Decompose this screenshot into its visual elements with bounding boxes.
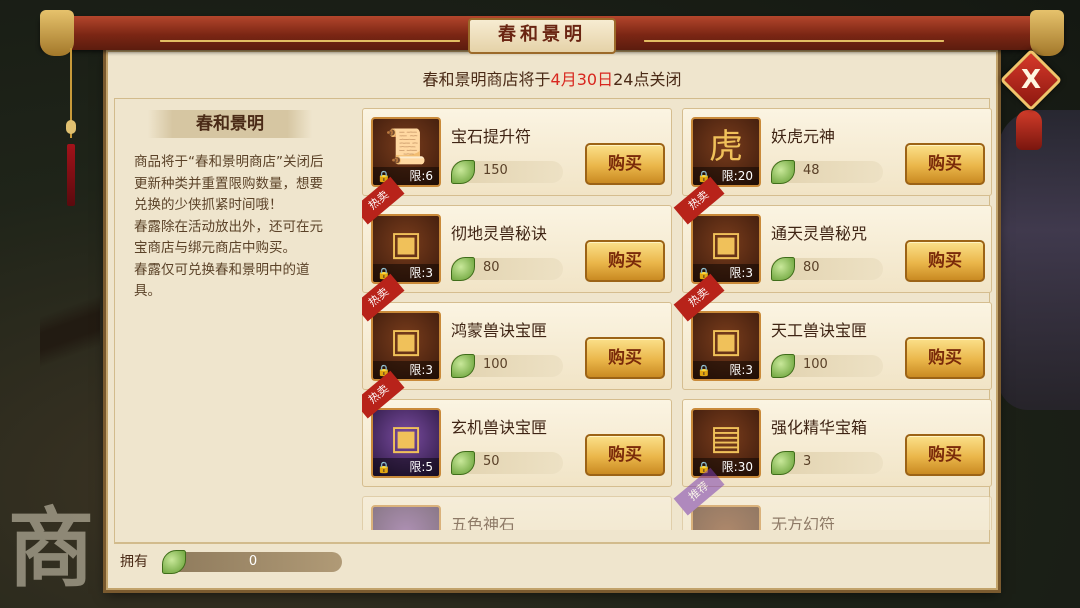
divider	[114, 542, 990, 543]
buy-button[interactable]: 购买	[585, 434, 665, 476]
shop-item[interactable]: 虎限:20 🔒 妖虎元神 48 购买	[682, 108, 992, 196]
buy-button[interactable]: 购买	[905, 434, 985, 476]
item-icon-glyph: ▣	[709, 321, 743, 361]
treasure-chest-icon[interactable]: ▣ 限:3 🔒	[691, 214, 761, 284]
buy-button[interactable]: 购买	[585, 143, 665, 185]
item-price: 100	[451, 354, 563, 378]
item-icon-glyph: ▤	[709, 418, 743, 458]
price-value: 80	[483, 260, 500, 275]
item-name: 无方幻符	[771, 515, 836, 530]
lock-icon: 🔒	[377, 461, 391, 474]
item-icon-glyph: ▣	[389, 224, 423, 264]
notice-suffix: 24点关闭	[613, 70, 682, 89]
item-price: 80	[771, 257, 883, 281]
spring-dew-leaf-icon	[451, 160, 475, 184]
buy-button[interactable]: 购买	[585, 240, 665, 282]
item-name: 玄机兽诀宝匣	[451, 418, 548, 437]
window-title: 春和景明	[468, 18, 616, 54]
lock-icon: 🔒	[697, 364, 711, 377]
closing-notice: 春和景明商店将于4月30日24点关闭	[108, 66, 996, 90]
price-value: 150	[483, 163, 508, 178]
background-shop-glyph: 商	[8, 498, 94, 599]
price-value: 50	[483, 454, 500, 469]
iron-chest-icon[interactable]: ▤ 限:30 🔒	[691, 408, 761, 478]
purple-chest-icon[interactable]: ▣ 限:5 🔒	[371, 408, 441, 478]
item-price: 80	[451, 257, 563, 281]
buy-button[interactable]: 购买	[905, 240, 985, 282]
spring-dew-leaf-icon	[451, 257, 475, 281]
buy-button[interactable]: 购买	[905, 337, 985, 379]
tiger-orb-icon[interactable]: 虎限:20 🔒	[691, 117, 761, 187]
item-icon-glyph: ▣	[389, 321, 423, 361]
price-value: 100	[803, 357, 828, 372]
treasure-chest-icon[interactable]: ▣ 限:3 🔒	[371, 214, 441, 284]
item-name: 宝石提升符	[451, 127, 532, 146]
item-price: 100	[771, 354, 883, 378]
owned-currency-bar: 0	[162, 550, 342, 574]
background-character	[998, 110, 1080, 410]
notice-date: 4月30日	[550, 70, 614, 89]
price-value: 80	[803, 260, 820, 275]
treasure-chest-icon[interactable]: ▣ 限:3 🔒	[691, 311, 761, 381]
spring-dew-leaf-icon	[771, 451, 795, 475]
shop-item[interactable]: 五色神石	[362, 496, 672, 530]
shop-item[interactable]: 📜 限:6 🔒 宝石提升符 150 购买	[362, 108, 672, 196]
item-icon-glyph: 📜	[384, 127, 428, 167]
sidebar-title: 春和景明	[148, 110, 312, 138]
sidebar-paragraph: 春露仅可兑换春和景明中的道具。	[134, 261, 310, 300]
buy-button[interactable]: 购买	[585, 337, 665, 379]
spring-dew-leaf-icon	[771, 354, 795, 378]
sidebar-paragraph: 商品将于“春和景明商店”关闭后更新种类并重置限购数量，想要兑换的少侠抓紧时间哦！	[134, 154, 324, 213]
background-branch	[40, 180, 100, 500]
item-name: 天工兽诀宝匣	[771, 321, 868, 340]
item-price: 50	[451, 451, 563, 475]
shop-item[interactable]: ▣ 限:5 🔒 热卖 玄机兽诀宝匣 50 购买	[362, 370, 672, 487]
item-price: 48	[771, 160, 883, 184]
shop-item[interactable]: ▣ 限:3 🔒 热卖 彻地灵兽秘诀 80 购买	[362, 176, 672, 293]
buy-button[interactable]: 购买	[905, 143, 985, 185]
owned-label: 拥有	[120, 554, 148, 570]
close-icon: X	[1020, 65, 1042, 95]
item-name: 鸿蒙兽诀宝匣	[451, 321, 548, 340]
shop-item[interactable]: 推荐 无方幻符	[673, 467, 992, 530]
spring-dew-leaf-icon	[771, 160, 795, 184]
item-price: 3	[771, 451, 883, 475]
item-price: 150	[451, 160, 563, 184]
price-value: 3	[803, 454, 812, 469]
shop-item-list[interactable]: 📜 限:6 🔒 宝石提升符 150 购买虎限:20 🔒 妖虎元神 48 购买 ▣ 限:3 🔒 热卖 彻地灵兽…	[362, 108, 994, 530]
item-name: 强化精华宝箱	[771, 418, 868, 437]
spring-dew-leaf-icon	[451, 354, 475, 378]
item-icon-glyph: ▣	[389, 418, 423, 458]
price-value: 48	[803, 163, 820, 178]
tassel-decoration	[66, 48, 76, 206]
owned-value: 0	[248, 554, 258, 569]
shop-item[interactable]: ▣ 限:3 🔒 热卖 通天灵兽秘咒 80 购买	[673, 176, 992, 293]
item-name: 五色神石	[451, 515, 516, 530]
shop-item[interactable]: ▤ 限:30 🔒 强化精华宝箱 3 购买	[682, 399, 992, 487]
shop-item[interactable]: ▣ 限:3 🔒 热卖 天工兽诀宝匣 100 购买	[673, 273, 992, 390]
scroll-icon[interactable]: 📜 限:6 🔒	[371, 117, 441, 187]
item-icon-glyph: 虎	[709, 127, 743, 167]
item-icon-glyph: ▣	[709, 224, 743, 264]
talisman-icon[interactable]	[691, 505, 761, 530]
price-value: 100	[483, 357, 508, 372]
spring-dew-leaf-icon	[771, 257, 795, 281]
sidebar-description: 商品将于“春和景明商店”关闭后更新种类并重置限购数量，想要兑换的少侠抓紧时间哦！…	[134, 152, 330, 303]
sidebar-paragraph: 春露除在活动放出外，还可在元宝商店与绑元商店中购买。	[134, 218, 323, 257]
spring-dew-leaf-icon	[451, 451, 475, 475]
item-name: 妖虎元神	[771, 127, 836, 146]
shop-item[interactable]: ▣ 限:3 🔒 热卖 鸿蒙兽诀宝匣 100 购买	[362, 273, 672, 390]
lantern-icon	[1016, 110, 1042, 150]
item-name: 彻地灵兽秘诀	[451, 224, 548, 243]
notice-prefix: 春和景明商店将于	[422, 70, 551, 89]
shop-panel: 春和景明商店将于4月30日24点关闭 春和景明 商品将于“春和景明商店”关闭后更…	[106, 50, 998, 590]
stone-icon[interactable]	[371, 505, 441, 530]
item-name: 通天灵兽秘咒	[771, 224, 868, 243]
treasure-chest-icon[interactable]: ▣ 限:3 🔒	[371, 311, 441, 381]
